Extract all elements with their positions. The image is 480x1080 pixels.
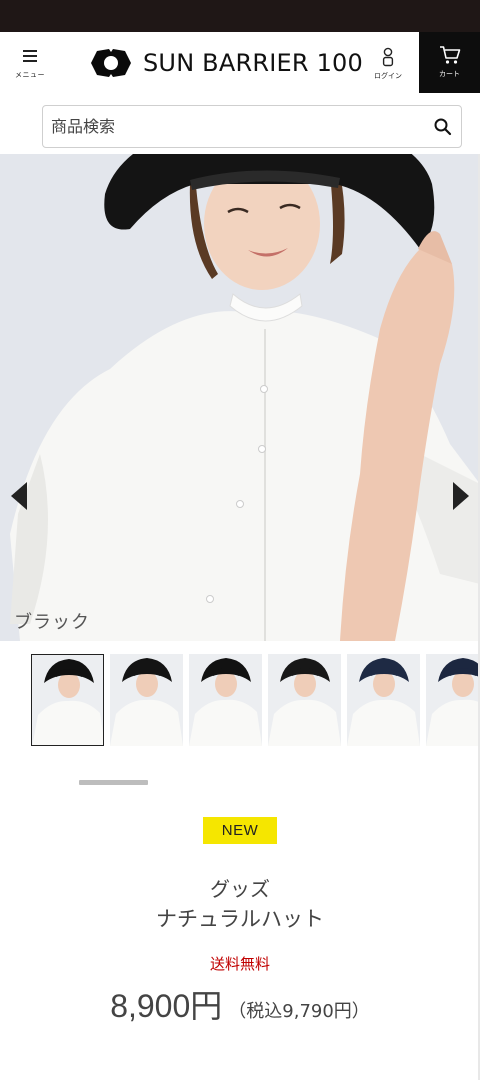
next-image-arrow-icon[interactable]: [453, 482, 469, 510]
product-title: ナチュラルハット: [156, 907, 324, 931]
search-icon[interactable]: [433, 117, 453, 137]
thumbnail-photo: [189, 654, 262, 746]
thumbnail-strip: [31, 654, 480, 746]
logo-mark-icon: [91, 49, 131, 77]
login-button[interactable]: ログイン: [366, 32, 410, 93]
thumbnail-photo: [426, 654, 480, 746]
site-header: メニュー SUN BARRIER 100 ログイン カート: [0, 32, 480, 93]
product-category: グッズ: [210, 877, 270, 901]
product-price: 8,900円: [110, 988, 223, 1024]
cart-icon: [439, 46, 460, 64]
thumbnail-2[interactable]: [110, 654, 183, 746]
price-row: 8,900円 （税込9,790円）: [0, 981, 480, 1027]
price-with-tax: （税込9,790円）: [228, 1001, 370, 1022]
thumbnail-5[interactable]: [347, 654, 420, 746]
color-caption: ブラック: [14, 612, 90, 633]
menu-button[interactable]: メニュー: [6, 32, 54, 93]
thumbnail-1[interactable]: [31, 654, 104, 746]
thumbnail-scrollbar[interactable]: [79, 780, 148, 785]
status-bar: [0, 0, 480, 32]
thumbnail-photo: [268, 654, 341, 746]
thumbnail-4[interactable]: [268, 654, 341, 746]
search-box: [42, 105, 462, 148]
prev-image-arrow-icon[interactable]: [11, 482, 27, 510]
model-photo: [0, 154, 480, 641]
user-icon: [382, 47, 394, 67]
menu-label: メニュー: [15, 71, 45, 79]
product-main-image[interactable]: ブラック: [0, 154, 480, 641]
thumbnail-photo: [347, 654, 420, 746]
brand-logo[interactable]: SUN BARRIER 100: [85, 46, 363, 80]
thumbnail-photo: [110, 654, 183, 746]
thumbnail-6[interactable]: [426, 654, 480, 746]
free-shipping-label: 送料無料: [209, 955, 270, 973]
cart-label: カート: [439, 70, 460, 78]
login-label: ログイン: [374, 72, 402, 80]
brand-name: SUN BARRIER 100: [143, 49, 363, 77]
cart-button[interactable]: カート: [419, 32, 480, 93]
new-badge: NEW: [203, 817, 277, 844]
hamburger-icon: [23, 50, 37, 62]
search-input[interactable]: [43, 106, 423, 147]
thumbnail-photo: [32, 655, 103, 745]
thumbnail-3[interactable]: [189, 654, 262, 746]
